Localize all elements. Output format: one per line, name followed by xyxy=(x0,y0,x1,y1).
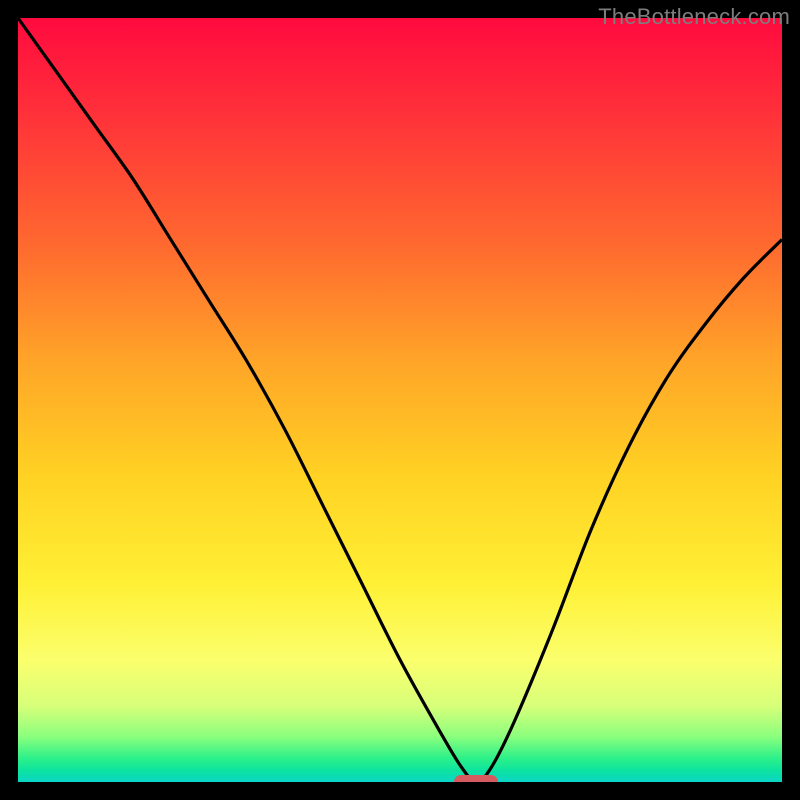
optimal-marker xyxy=(454,775,498,782)
chart-frame: TheBottleneck.com xyxy=(0,0,800,800)
watermark-text: TheBottleneck.com xyxy=(598,4,790,30)
curve-path xyxy=(18,18,782,782)
plot-area xyxy=(18,18,782,782)
bottleneck-curve xyxy=(18,18,782,782)
